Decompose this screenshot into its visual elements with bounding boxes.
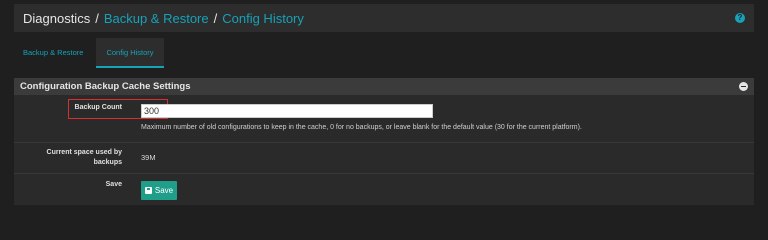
current-space-row: Current space used by backups 39M [14,143,754,174]
save-row: Save Save [14,174,754,205]
breadcrumb: Diagnostics / Backup & Restore / Config … [14,4,754,32]
current-space-label: Current space used by backups [47,148,122,168]
tab-bar: Backup & Restore Config History [14,38,164,68]
minus-circle-icon[interactable] [739,82,748,91]
panel-title: Configuration Backup Cache Settings [20,81,191,92]
backup-count-input[interactable]: 300 [141,104,433,118]
breadcrumb-separator: / [95,10,99,26]
settings-panel: Configuration Backup Cache Settings Back… [14,78,754,205]
current-space-label-line2: backups [93,159,122,166]
breadcrumb-diagnostics[interactable]: Diagnostics [23,11,90,26]
save-button[interactable]: Save [141,181,177,200]
floppy-disk-icon [144,187,152,194]
backup-count-help: Maximum number of old configurations to … [141,124,582,131]
tab-config-history[interactable]: Config History [96,38,164,68]
breadcrumb-separator: / [213,10,218,26]
tab-backup-restore[interactable]: Backup & Restore [14,38,92,68]
backup-count-label: Backup Count [74,104,122,111]
current-space-label-line1: Current space used by [46,149,122,156]
save-label: Save [105,181,122,188]
help-icon[interactable]: ? [735,13,745,23]
breadcrumb-config-history[interactable]: Config History [222,11,304,26]
backup-count-row: Backup Count 300 Maximum number of old c… [14,95,754,143]
panel-header: Configuration Backup Cache Settings [14,78,754,95]
breadcrumb-backup-restore[interactable]: Backup & Restore [104,11,209,26]
save-button-label: Save [154,186,174,195]
current-space-value: 39M [141,153,156,162]
